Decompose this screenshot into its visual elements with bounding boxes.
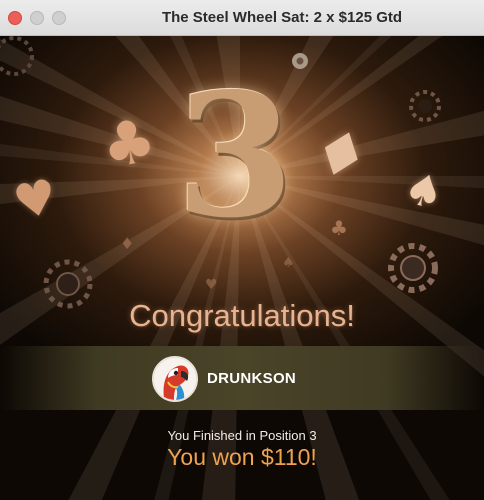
poker-chip-icon [0,36,34,76]
title-bar: The Steel Wheel Sat: 2 x $125 Gtd [0,0,484,36]
result-panel: ♣ ♦ ♥ ♠ ♣ ♦ ♥ ♠ 3 Congratulations! DRUNK… [0,36,484,500]
club-suit-icon: ♣ [96,104,162,184]
zoom-window-button[interactable] [52,11,66,25]
close-window-button[interactable] [8,11,22,25]
finish-position-text: You Finished in Position 3 [167,428,317,443]
diamond-suit-icon: ♦ [120,234,135,253]
congratulations-heading: Congratulations! [129,298,355,333]
window-title: The Steel Wheel Sat: 2 x $125 Gtd [161,9,403,26]
club-suit-icon: ♣ [330,216,348,240]
minimize-window-button[interactable] [30,11,44,25]
heart-suit-icon: ♥ [205,277,218,293]
app-window: The Steel Wheel Sat: 2 x $125 Gtd ♣ ♦ ♥ … [0,0,484,500]
prize-won-text: You won $110! [167,444,317,470]
avatar [152,356,198,402]
player-name: DRUNKSON [207,370,297,387]
spade-suit-icon: ♠ [282,255,295,271]
parrot-avatar-icon [154,358,196,400]
finish-position-numeral: 3 [175,56,295,256]
